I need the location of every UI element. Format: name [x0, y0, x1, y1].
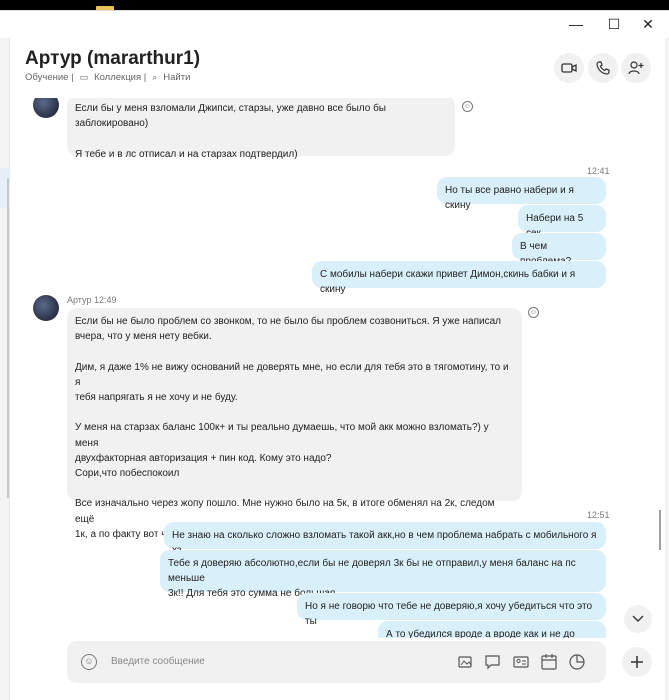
video-call-button[interactable]	[554, 53, 584, 83]
emoji-icon[interactable]: ☺	[81, 654, 97, 670]
add-content-button[interactable]	[622, 647, 652, 677]
message-incoming[interactable]: Если бы не было проблем со звонком, то н…	[67, 308, 522, 540]
timestamp: 12:41	[587, 166, 610, 176]
chevron-down-icon	[632, 615, 644, 622]
message-input[interactable]: Введите сообщение	[111, 656, 205, 667]
nav-find[interactable]: Найти	[163, 72, 190, 83]
close-button[interactable]: ✕	[630, 10, 666, 38]
message-incoming[interactable]: Если бы у меня взломали Джипси, старзы, …	[67, 98, 455, 160]
message-composer: ☺ Введите сообщение	[67, 641, 606, 683]
minimize-button[interactable]: —	[558, 10, 594, 38]
message-context-icon[interactable]	[484, 653, 502, 671]
reaction-icon[interactable]: ☺	[462, 101, 473, 112]
maximize-button[interactable]: ☐	[596, 10, 632, 38]
schedule-icon[interactable]	[540, 653, 558, 671]
message-outgoing[interactable]: Не знаю на сколько сложно взломать такой…	[164, 522, 606, 556]
video-call-icon	[561, 63, 577, 73]
sender-time: Артур 12:49	[67, 295, 117, 305]
message-outgoing[interactable]: В чем проблема?	[512, 233, 606, 267]
gallery-small-icon: ▭	[79, 72, 89, 82]
add-people-button[interactable]	[621, 53, 651, 83]
message-outgoing[interactable]: Но ты все равно набери и я скину	[437, 177, 606, 211]
nav-collection[interactable]: Коллекция |	[94, 72, 146, 83]
chat-title: Артур (mararthur1)	[25, 48, 201, 69]
scroll-to-bottom-button[interactable]	[624, 605, 652, 633]
message-outgoing[interactable]: С мобилы набери скажи привет Димон,скинь…	[312, 261, 606, 295]
contact-card-icon[interactable]	[512, 653, 530, 671]
media-gallery-icon[interactable]	[457, 653, 475, 671]
reaction-icon[interactable]: ☺	[528, 307, 539, 318]
chat-scrollbar[interactable]	[659, 510, 661, 550]
plus-icon	[631, 656, 643, 668]
message-outgoing[interactable]: А то убедился вроде а вроде как и не до …	[378, 621, 606, 638]
call-button[interactable]	[588, 53, 618, 83]
timestamp: 12:51	[587, 510, 610, 520]
skype-window: — ☐ ✕ Артур (mararthur1) Обучение | ▭ Ко…	[0, 0, 669, 700]
chat-header: Артур (mararthur1) Обучение | ▭ Коллекци…	[10, 38, 665, 98]
taskbar-strip	[0, 0, 669, 14]
chat-subnav: Обучение | ▭ Коллекция | ⌕ Найти	[25, 72, 190, 83]
message-outgoing[interactable]: Набери на 5 сек	[518, 205, 606, 239]
message-outgoing[interactable]: Тебе я доверяю абсолютно,если бы не дове…	[160, 550, 606, 599]
contacts-sidebar	[0, 38, 10, 700]
right-edge	[665, 38, 669, 700]
nav-learning[interactable]: Обучение |	[25, 72, 74, 83]
message-outgoing[interactable]: Но я не говорю что тебе не доверяю,я хоч…	[297, 593, 606, 627]
poll-icon[interactable]	[568, 653, 586, 671]
avatar[interactable]	[33, 98, 59, 118]
message-list[interactable]: Если бы у меня взломали Джипси, старзы, …	[10, 98, 665, 638]
phone-icon	[596, 61, 610, 75]
search-icon: ⌕	[152, 72, 158, 82]
avatar[interactable]	[33, 295, 59, 321]
add-person-icon	[628, 61, 644, 75]
sidebar-scrollbar[interactable]	[7, 178, 9, 498]
